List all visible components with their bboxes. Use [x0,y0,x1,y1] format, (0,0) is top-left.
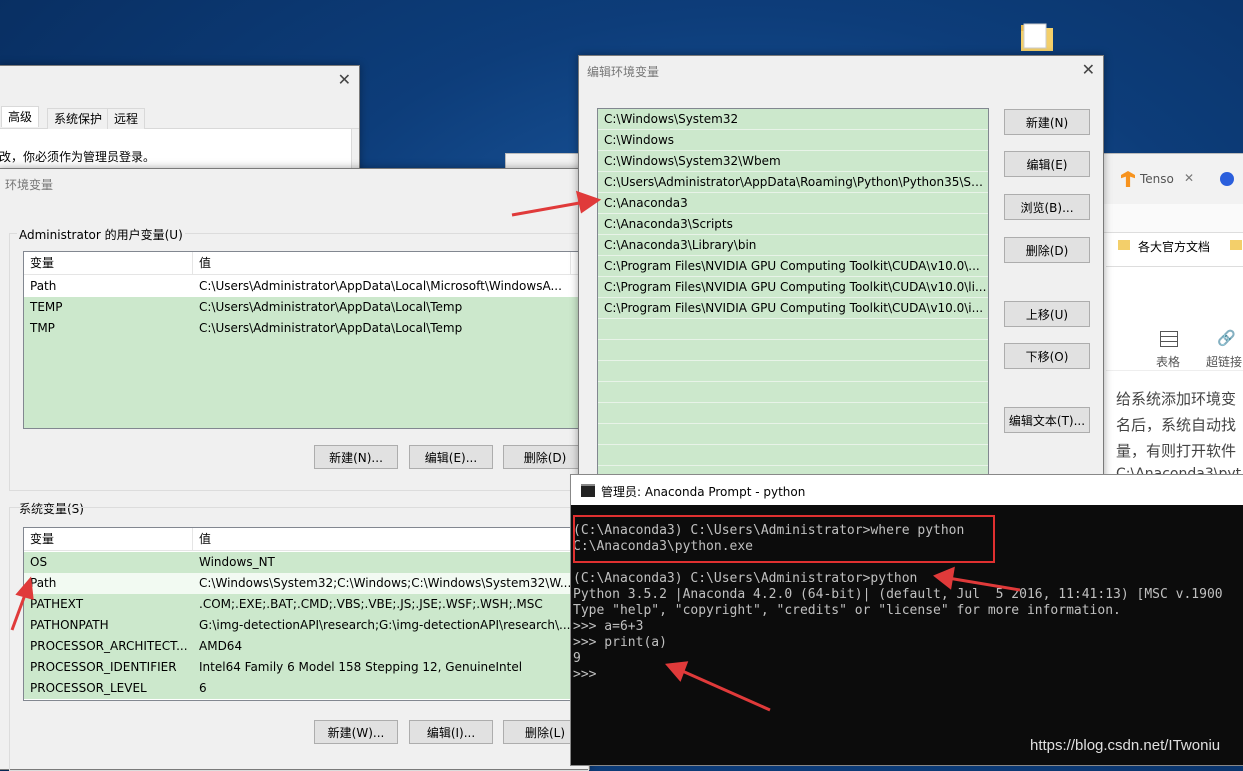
move-up-button[interactable]: 上移(U) [1004,301,1090,327]
user-new-button[interactable]: 新建(N)... [314,445,398,469]
console-output[interactable]: (C:\Anaconda3) C:\Users\Administrator>wh… [571,505,1243,765]
edit-button[interactable]: 编辑(E) [1004,151,1090,177]
console-title: 管理员: Anaconda Prompt - python [601,485,806,499]
table-row[interactable]: OS Windows_NT [24,552,584,573]
list-item[interactable]: C:\Windows\System32\Wbem [598,151,988,172]
list-item[interactable]: C:\Windows\System32 [598,109,988,130]
browse-button[interactable]: 浏览(B)... [1004,194,1090,220]
console-line: 9 [573,651,581,666]
close-icon[interactable]: ✕ [1082,60,1095,79]
table-row[interactable]: PROCESSOR_IDENTIFIER Intel64 Family 6 Mod… [24,657,584,678]
delete-button[interactable]: 删除(D) [1004,237,1090,263]
list-item[interactable]: C:\Users\Administrator\AppData\Roaming\P… [598,172,988,193]
col-variable[interactable]: 变量 [30,528,54,550]
list-item[interactable]: C:\Anaconda3 [598,193,988,214]
console-window: 管理员: Anaconda Prompt - python (C:\Anacon… [570,474,1243,766]
list-item[interactable]: C:\Program Files\NVIDIA GPU Computing To… [598,277,988,298]
tab-remote[interactable]: 远程 [107,108,146,129]
dialog-title: 环境变量 [5,178,54,192]
toolbar-link-label[interactable]: 超链接 [1206,353,1242,370]
list-item[interactable]: C:\Anaconda3\Library\bin [598,235,988,256]
baidu-paw-icon[interactable] [1220,172,1234,186]
bookmark-folder-icon [1118,240,1130,250]
admin-notice: 改，你必须作为管理员登录。 [0,150,156,164]
highlight-box [573,515,995,563]
console-line: Type "help", "copyright", "credits" or "… [573,603,1121,618]
table-icon[interactable] [1160,331,1178,347]
system-edit-button[interactable]: 编辑(I)... [409,720,493,744]
system-properties-dialog: ✕ 高级 系统保护 远程 改，你必须作为管理员登录。 [0,65,360,177]
toolbar-table-label[interactable]: 表格 [1156,353,1180,370]
system-vars-list[interactable]: 变量 值 OS Windows_NT Path C:\Windows\System3… [23,527,585,701]
user-delete-button[interactable]: 删除(D) [503,445,587,469]
close-tab-icon[interactable]: ✕ [1184,171,1194,185]
link-icon[interactable]: 🔗 [1217,329,1236,347]
move-down-button[interactable]: 下移(O) [1004,343,1090,369]
article-line: 给系统添加环境变 [1116,390,1237,408]
bookmark-folder-icon-2 [1230,240,1242,250]
table-row[interactable]: PATHONPATH G:\img-detectionAPI\research;G… [24,615,584,636]
article-line: 名后，系统自动找 [1116,416,1237,434]
table-row[interactable]: PATHEXT .COM;.EXE;.BAT;.CMD;.VBS;.VBE;.JS… [24,594,584,615]
list-item[interactable]: C:\Windows [598,130,988,151]
console-line: (C:\Anaconda3) C:\Users\Administrator>py… [573,571,918,586]
system-new-button[interactable]: 新建(W)... [314,720,398,744]
article-line: 量，有则打开软件 [1116,442,1237,460]
console-icon [581,484,595,497]
tab-advanced[interactable]: 高级 [1,106,40,127]
edit-text-button[interactable]: 编辑文本(T)... [1004,407,1090,433]
dialog-title: 编辑环境变量 [587,65,660,79]
col-value[interactable]: 值 [199,528,211,550]
console-line: >>> a=6+3 [573,619,644,634]
list-item[interactable]: C:\Program Files\NVIDIA GPU Computing To… [598,298,988,319]
edit-environment-variable-dialog: 编辑环境变量 ✕ C:\Windows\System32 C:\Windows … [578,55,1104,500]
user-vars-list[interactable]: 变量 值 Path C:\Users\Administrator\AppData\… [23,251,585,429]
console-line: >>> [573,667,605,682]
bookmark-item[interactable]: 各大官方文档 [1138,238,1210,255]
list-item[interactable]: C:\Program Files\NVIDIA GPU Computing To… [598,256,988,277]
close-icon[interactable]: ✕ [338,70,351,89]
table-row[interactable]: PROCESSOR_LEVEL 6 [24,678,584,699]
folder-icon[interactable] [1020,22,1054,52]
col-value[interactable]: 值 [199,252,211,274]
table-row[interactable]: PROCESSOR_ARCHITECT... AMD64 [24,636,584,657]
browser-tab-label[interactable]: Tenso [1140,172,1174,186]
path-list[interactable]: C:\Windows\System32 C:\Windows C:\Window… [597,108,989,500]
user-edit-button[interactable]: 编辑(E)... [409,445,493,469]
console-line: >>> print(a) [573,635,667,650]
console-line: Python 3.5.2 |Anaconda 4.2.0 (64-bit)| (… [573,587,1223,602]
col-variable[interactable]: 变量 [30,252,54,274]
environment-variables-dialog: 环境变量 Administrator 的用户变量(U) 变量 值 Path C:\… [0,168,590,771]
table-row[interactable]: Path C:\Windows\System32;C:\Windows;C:\Wi… [24,573,584,594]
table-row[interactable]: TMP C:\Users\Administrator\AppData\Local\… [24,318,584,428]
table-row[interactable]: Path C:\Users\Administrator\AppData\Local… [24,276,584,297]
watermark: https://blog.csdn.net/ITwoniu [1030,737,1221,754]
new-button[interactable]: 新建(N) [1004,109,1090,135]
list-item[interactable]: C:\Anaconda3\Scripts [598,214,988,235]
table-row[interactable]: TEMP C:\Users\Administrator\AppData\Local… [24,297,584,318]
user-vars-label: Administrator 的用户变量(U) [17,226,185,243]
tab-system-protection[interactable]: 系统保护 [47,108,110,129]
